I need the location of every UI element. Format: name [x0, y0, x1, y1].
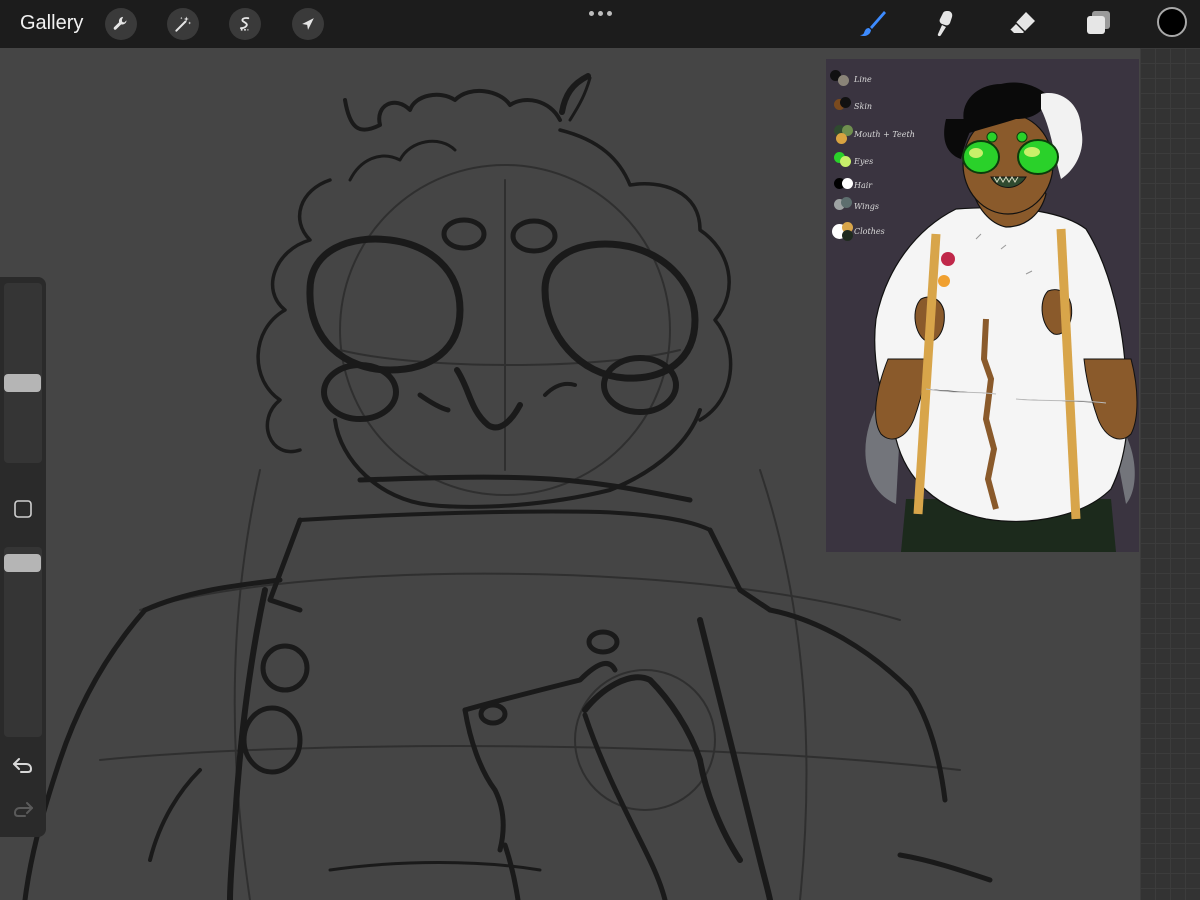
swatch-label: Eyes — [854, 156, 874, 166]
selection-s-icon — [239, 17, 250, 31]
swatch-label: Line — [854, 74, 872, 84]
swatch-color — [842, 230, 853, 241]
swatch-dots — [830, 152, 851, 170]
smudge-tool-button[interactable] — [929, 6, 963, 40]
swatch-dots — [830, 97, 851, 115]
opacity-handle[interactable] — [4, 554, 41, 572]
swatch-color — [836, 133, 847, 144]
swatch-dots — [830, 70, 850, 88]
swatch-color — [842, 178, 853, 189]
swatch-dots — [830, 125, 853, 144]
transform-button[interactable] — [292, 8, 324, 40]
swatch-dots — [830, 197, 852, 215]
swatch-row: Eyes — [830, 152, 873, 170]
selection-button[interactable] — [229, 8, 261, 40]
swatch-color — [840, 97, 851, 108]
swatch-row: Skin — [830, 97, 872, 115]
square-modify-icon[interactable] — [13, 499, 33, 519]
wrench-icon — [113, 16, 127, 30]
erase-tool-button[interactable] — [1006, 6, 1040, 40]
swatch-label: Skin — [854, 101, 873, 111]
swatch-label: Hair — [854, 180, 873, 190]
swatch-dots — [830, 176, 853, 194]
swatch-color — [841, 197, 852, 208]
dot-icon — [588, 10, 594, 16]
actions-button[interactable] — [105, 8, 137, 40]
swatch-row: Hair — [830, 176, 872, 194]
gallery-button[interactable]: Gallery — [20, 12, 83, 35]
swatch-label: Wings — [854, 201, 880, 211]
adjustments-button[interactable] — [167, 8, 199, 40]
color-picker-button[interactable] — [1157, 7, 1187, 37]
swatch-label: Clothes — [854, 226, 885, 236]
swatch-row: Clothes — [830, 222, 885, 241]
swatch-color — [840, 156, 851, 167]
redo-icon[interactable] — [11, 797, 35, 821]
swatch-row: Mouth + Teeth — [830, 125, 915, 144]
swatch-color — [838, 75, 849, 86]
swatch-label: Mouth + Teeth — [854, 129, 915, 139]
brush-sidebar — [0, 277, 46, 837]
brush-size-handle[interactable] — [4, 373, 41, 392]
swatch-row: Line — [830, 70, 872, 88]
swatch-row: Wings — [830, 197, 879, 215]
swatch-dots — [830, 222, 853, 241]
layers-button[interactable] — [1081, 6, 1115, 40]
eraser-icon — [1009, 12, 1035, 33]
color-swatch-legend: Line Skin Mouth + Teeth Eyes Hair Wings … — [830, 70, 915, 250]
magic-wand-icon — [175, 16, 192, 32]
top-toolbar: Gallery — [0, 0, 1200, 48]
paint-tool-button[interactable] — [856, 6, 890, 40]
smudge-icon — [937, 11, 953, 37]
opacity-slider[interactable] — [4, 547, 42, 737]
transform-arrow-icon — [302, 18, 314, 30]
undo-icon[interactable] — [11, 753, 35, 777]
layers-icon — [1087, 11, 1110, 34]
dot-icon — [606, 10, 612, 16]
dot-icon — [597, 10, 603, 16]
canvas-grid-edge — [1140, 48, 1200, 900]
more-options-button[interactable] — [587, 6, 613, 20]
brush-icon — [860, 11, 886, 37]
